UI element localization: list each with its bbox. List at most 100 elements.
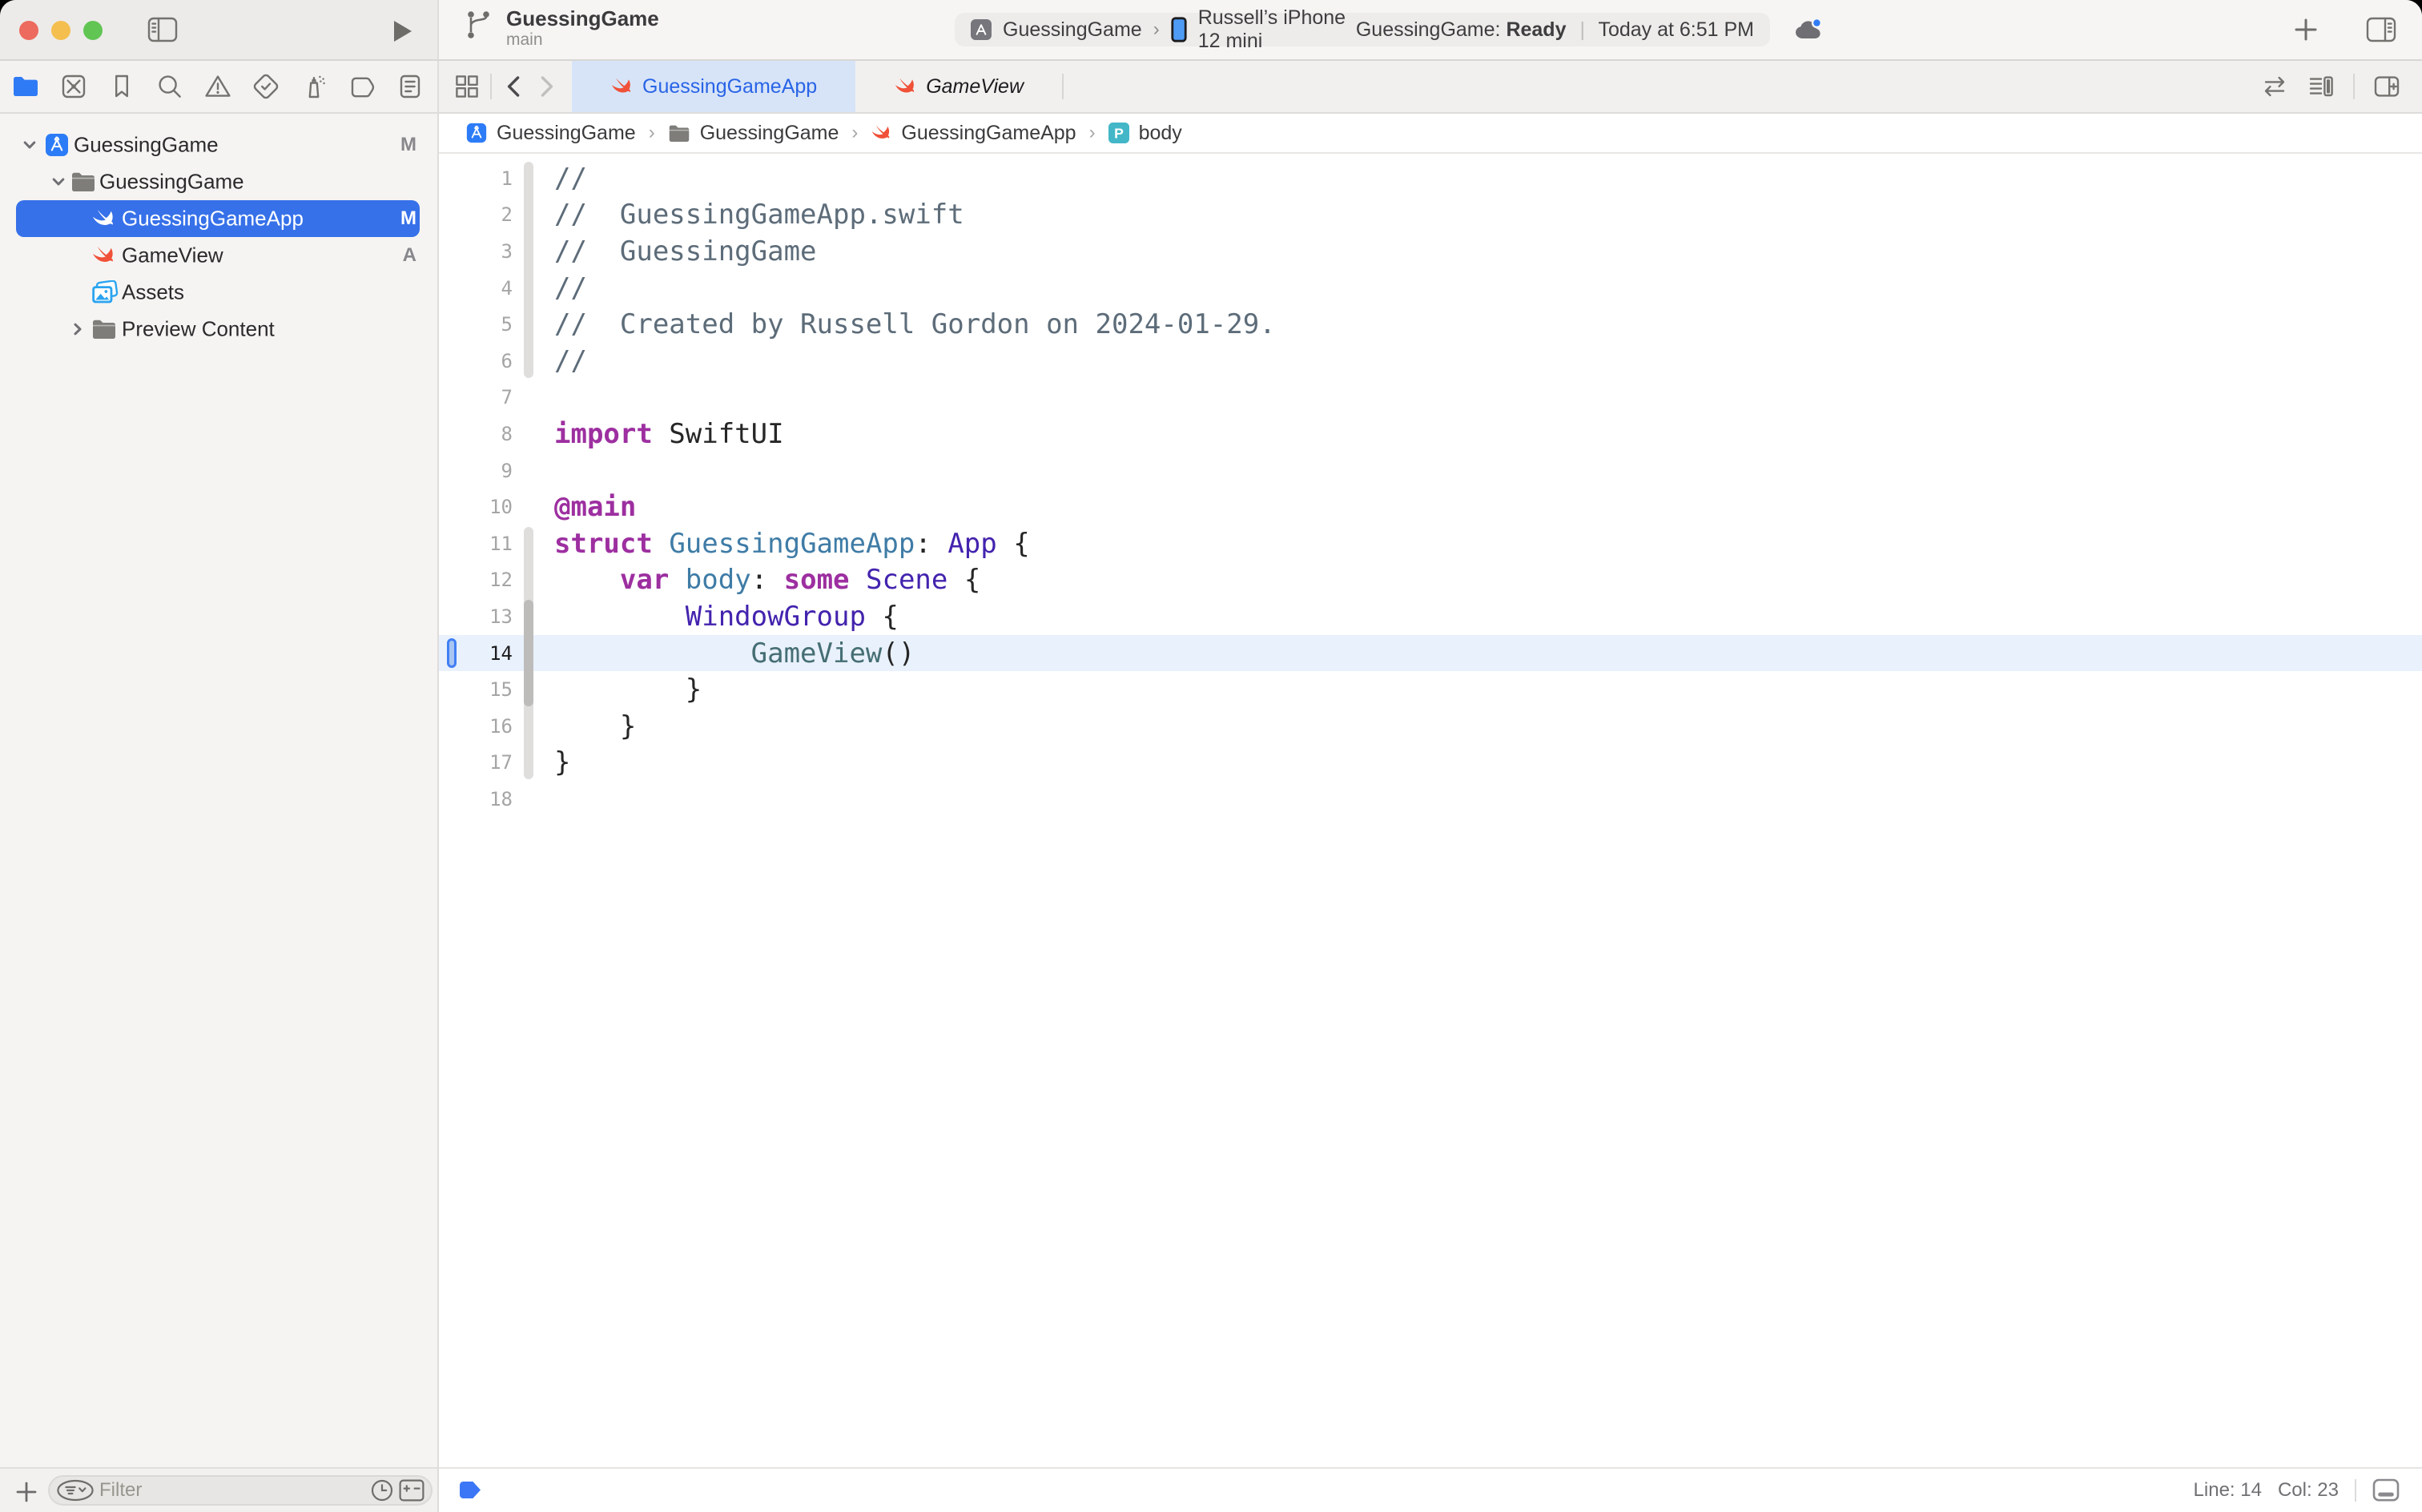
source-control-navigator-icon[interactable] (59, 72, 88, 101)
line-number[interactable]: 6 (439, 350, 513, 372)
tree-item-guessinggame[interactable]: GuessingGameM (0, 127, 437, 163)
iphone-icon (1171, 17, 1187, 42)
run-button[interactable] (392, 19, 413, 43)
debug-navigator-icon[interactable] (300, 72, 328, 101)
project-tree: GuessingGameMGuessingGameGuessingGameApp… (0, 114, 437, 1467)
tree-item-gameview[interactable]: GameViewA (0, 237, 437, 274)
subtoolbar: GuessingGameAppGameView (0, 61, 2422, 114)
tree-item-assets[interactable]: Assets (0, 274, 437, 311)
filter-options-icon[interactable] (56, 1479, 95, 1502)
new-tab-button[interactable] (2294, 18, 2318, 42)
column-indicator: Col: 23 (2278, 1479, 2339, 1502)
code-line-4[interactable]: 4// (439, 270, 2422, 307)
code-line-12[interactable]: 12 var body: some Scene { (439, 562, 2422, 599)
source-control-status-filter-icon[interactable] (399, 1479, 424, 1502)
breadcrumb-item-guessinggame[interactable]: GuessingGame (668, 122, 839, 145)
tree-item-preview-content[interactable]: Preview Content (0, 311, 437, 348)
scheme-project-label[interactable]: GuessingGame (1003, 18, 1142, 42)
code-line-6[interactable]: 6// (439, 343, 2422, 380)
go-back-icon[interactable] (501, 74, 527, 99)
line-number[interactable]: 17 (439, 751, 513, 774)
code-line-3[interactable]: 3 // GuessingGame (439, 233, 2422, 270)
tree-item-guessinggame[interactable]: GuessingGame (0, 163, 437, 200)
line-number[interactable]: 5 (439, 313, 513, 336)
code-line-11[interactable]: 11struct GuessingGameApp: App { (439, 525, 2422, 562)
line-number[interactable]: 12 (439, 569, 513, 591)
editor-bar-toggle-icon[interactable] (2372, 1478, 2400, 1502)
code-line-8[interactable]: 8import SwiftUI (439, 416, 2422, 452)
line-number[interactable]: 13 (439, 605, 513, 628)
code-line-17[interactable]: 17} (439, 745, 2422, 782)
editor-tab-guessinggameapp[interactable]: GuessingGameApp (572, 61, 855, 112)
code-text: } (554, 674, 702, 706)
code-line-16[interactable]: 16 } (439, 708, 2422, 745)
reports-navigator-icon[interactable] (396, 72, 424, 101)
line-number[interactable]: 15 (439, 678, 513, 701)
breadcrumb-item-guessinggame[interactable]: GuessingGame (466, 122, 636, 145)
breakpoints-navigator-icon[interactable] (348, 72, 376, 101)
code-line-9[interactable]: 9 (439, 452, 2422, 489)
tab-bar: GuessingGameAppGameView (439, 61, 2422, 112)
find-navigator-icon[interactable] (155, 72, 184, 101)
line-number[interactable]: 4 (439, 277, 513, 300)
breadcrumb-label: GuessingGame (497, 122, 636, 145)
breadcrumb-chevron-icon: › (649, 122, 655, 144)
tests-navigator-icon[interactable] (251, 72, 280, 101)
toggle-navigator-icon[interactable] (147, 16, 178, 43)
code-line-13[interactable]: 13 WindowGroup { (439, 598, 2422, 635)
minimize-window-button[interactable] (51, 21, 70, 40)
code-line-1[interactable]: 1// (439, 160, 2422, 197)
line-number[interactable]: 10 (439, 496, 513, 518)
disclosure-closed-icon[interactable] (70, 322, 85, 336)
line-number[interactable]: 16 (439, 715, 513, 738)
line-number[interactable]: 7 (439, 386, 513, 408)
project-navigator-icon[interactable] (11, 72, 40, 101)
code-line-15[interactable]: 15 } (439, 671, 2422, 708)
toggle-inspector-icon[interactable] (2366, 16, 2396, 43)
add-editor-icon[interactable] (2372, 73, 2401, 100)
swift-file-icon (894, 75, 916, 98)
source-editor[interactable]: 1//2// GuessingGameApp.swift 3 // Guessing… (439, 154, 2422, 1467)
close-window-button[interactable] (19, 21, 38, 40)
filter-field[interactable] (48, 1475, 432, 1506)
zoom-window-button[interactable] (83, 21, 103, 40)
code-review-icon[interactable] (2260, 73, 2289, 100)
scheme-and-status-pill[interactable]: GuessingGame › Russell’s iPhone 12 mini … (955, 13, 1770, 46)
disclosure-open-icon[interactable] (51, 175, 66, 189)
breakpoint-indicator-icon[interactable] (460, 1482, 481, 1499)
line-number[interactable]: 1 (439, 167, 513, 190)
line-number[interactable]: 8 (439, 423, 513, 445)
recent-files-icon[interactable] (370, 1478, 394, 1502)
bookmarks-navigator-icon[interactable] (107, 72, 136, 101)
source-control-badge: A (403, 244, 416, 267)
line-number[interactable]: 18 (439, 788, 513, 810)
add-file-icon[interactable] (16, 1482, 37, 1502)
source-control-badge: M (400, 134, 416, 156)
code-line-18[interactable]: 18 (439, 781, 2422, 818)
line-number[interactable]: 2 (439, 203, 513, 226)
code-line-10[interactable]: 10@main (439, 489, 2422, 525)
scheme-destination-label[interactable]: Russell’s iPhone 12 mini (1198, 6, 1356, 53)
related-items-icon[interactable] (453, 73, 481, 100)
line-number[interactable]: 11 (439, 533, 513, 555)
code-line-14[interactable]: 14 GameView() (439, 635, 2422, 672)
adjust-editor-options-icon[interactable] (2307, 73, 2336, 100)
code-text: var body: some Scene { (554, 564, 980, 596)
disclosure-open-icon[interactable] (22, 138, 37, 152)
editor-tab-gameview[interactable]: GameView (855, 61, 1062, 112)
go-forward-icon[interactable] (533, 74, 559, 99)
filter-input[interactable] (95, 1479, 370, 1502)
line-number[interactable]: 3 (439, 240, 513, 263)
svg-text:P: P (1114, 126, 1124, 142)
issues-navigator-icon[interactable] (203, 72, 232, 101)
tree-item-guessinggameapp[interactable]: GuessingGameAppM (0, 200, 437, 237)
code-line-5[interactable]: 5// Created by Russell Gordon on 2024-01… (439, 306, 2422, 343)
code-text: // GuessingGame (554, 235, 817, 267)
line-number[interactable]: 9 (439, 460, 513, 482)
code-line-7[interactable]: 7 (439, 380, 2422, 416)
swift-icon (91, 207, 115, 231)
breadcrumb-item-guessinggameapp[interactable]: GuessingGameApp (871, 122, 1076, 145)
cloud-status-icon[interactable] (1794, 16, 1825, 42)
breadcrumb-item-body[interactable]: Pbody (1108, 122, 1182, 145)
code-line-2[interactable]: 2// GuessingGameApp.swift (439, 197, 2422, 234)
